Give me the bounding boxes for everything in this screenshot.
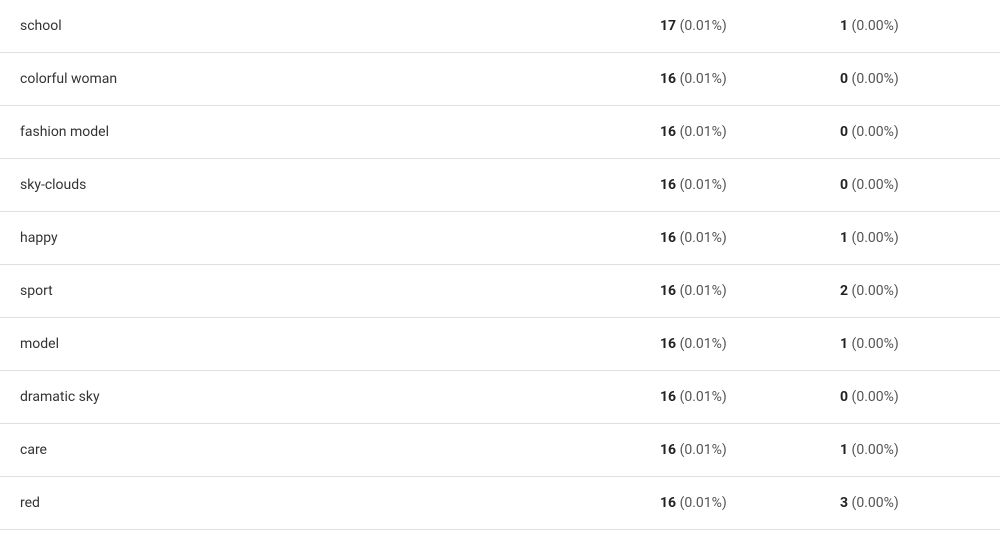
row-col2: 3 (0.00%) [820,477,1000,530]
col1-pct: (0.01%) [680,177,727,193]
row-col1: 16 (0.01%) [640,265,820,318]
table-row: sky-clouds 16 (0.01%) 0 (0.00%) [0,159,1000,212]
row-label: school [0,0,640,53]
data-table: school 17 (0.01%) 1 (0.00%) colorful wom… [0,0,1000,530]
table-row: school 17 (0.01%) 1 (0.00%) [0,0,1000,53]
col2-pct: (0.00%) [852,71,899,87]
col2-pct: (0.00%) [852,18,899,34]
col1-num: 16 [660,71,676,87]
row-col2: 0 (0.00%) [820,106,1000,159]
col1-num: 16 [660,389,676,405]
row-label: happy [0,212,640,265]
row-label: colorful woman [0,53,640,106]
col2-num: 3 [840,495,848,511]
col1-pct: (0.01%) [680,18,727,34]
row-col2: 0 (0.00%) [820,53,1000,106]
col1-num: 16 [660,336,676,352]
col1-pct: (0.01%) [680,336,727,352]
row-col2: 1 (0.00%) [820,424,1000,477]
col1-num: 16 [660,442,676,458]
row-col1: 16 (0.01%) [640,159,820,212]
col2-num: 0 [840,71,848,87]
col1-num: 16 [660,124,676,140]
col1-num: 17 [660,18,676,34]
row-col1: 16 (0.01%) [640,53,820,106]
col1-pct: (0.01%) [680,283,727,299]
table-row: dramatic sky 16 (0.01%) 0 (0.00%) [0,371,1000,424]
col2-num: 0 [840,124,848,140]
row-label: sky-clouds [0,159,640,212]
row-col2: 0 (0.00%) [820,159,1000,212]
col2-pct: (0.00%) [852,230,899,246]
col2-num: 1 [840,230,848,246]
col1-pct: (0.01%) [680,442,727,458]
row-col1: 16 (0.01%) [640,212,820,265]
col2-pct: (0.00%) [852,495,899,511]
col1-pct: (0.01%) [680,230,727,246]
col1-num: 16 [660,177,676,193]
col2-num: 0 [840,177,848,193]
col1-num: 16 [660,495,676,511]
col2-pct: (0.00%) [852,442,899,458]
row-col1: 16 (0.01%) [640,371,820,424]
row-label: care [0,424,640,477]
col2-pct: (0.00%) [852,336,899,352]
table-row: colorful woman 16 (0.01%) 0 (0.00%) [0,53,1000,106]
col2-num: 1 [840,442,848,458]
col1-pct: (0.01%) [680,389,727,405]
row-col2: 0 (0.00%) [820,371,1000,424]
col2-num: 2 [840,283,848,299]
row-label: red [0,477,640,530]
row-col2: 1 (0.00%) [820,212,1000,265]
col1-pct: (0.01%) [680,124,727,140]
col1-pct: (0.01%) [680,71,727,87]
row-label: sport [0,265,640,318]
col2-pct: (0.00%) [852,124,899,140]
table-row: care 16 (0.01%) 1 (0.00%) [0,424,1000,477]
row-label: fashion model [0,106,640,159]
col2-pct: (0.00%) [852,177,899,193]
col2-num: 1 [840,18,848,34]
table-row: sport 16 (0.01%) 2 (0.00%) [0,265,1000,318]
col1-num: 16 [660,283,676,299]
col2-num: 0 [840,389,848,405]
col2-pct: (0.00%) [852,389,899,405]
col1-pct: (0.01%) [680,495,727,511]
row-col1: 17 (0.01%) [640,0,820,53]
row-col2: 1 (0.00%) [820,0,1000,53]
table-row: happy 16 (0.01%) 1 (0.00%) [0,212,1000,265]
table-row: fashion model 16 (0.01%) 0 (0.00%) [0,106,1000,159]
col2-pct: (0.00%) [852,283,899,299]
row-col2: 1 (0.00%) [820,318,1000,371]
row-col1: 16 (0.01%) [640,106,820,159]
row-col1: 16 (0.01%) [640,477,820,530]
col1-num: 16 [660,230,676,246]
row-col2: 2 (0.00%) [820,265,1000,318]
table-row: model 16 (0.01%) 1 (0.00%) [0,318,1000,371]
row-col1: 16 (0.01%) [640,318,820,371]
col2-num: 1 [840,336,848,352]
row-label: model [0,318,640,371]
row-col1: 16 (0.01%) [640,424,820,477]
row-label: dramatic sky [0,371,640,424]
table-row: red 16 (0.01%) 3 (0.00%) [0,477,1000,530]
